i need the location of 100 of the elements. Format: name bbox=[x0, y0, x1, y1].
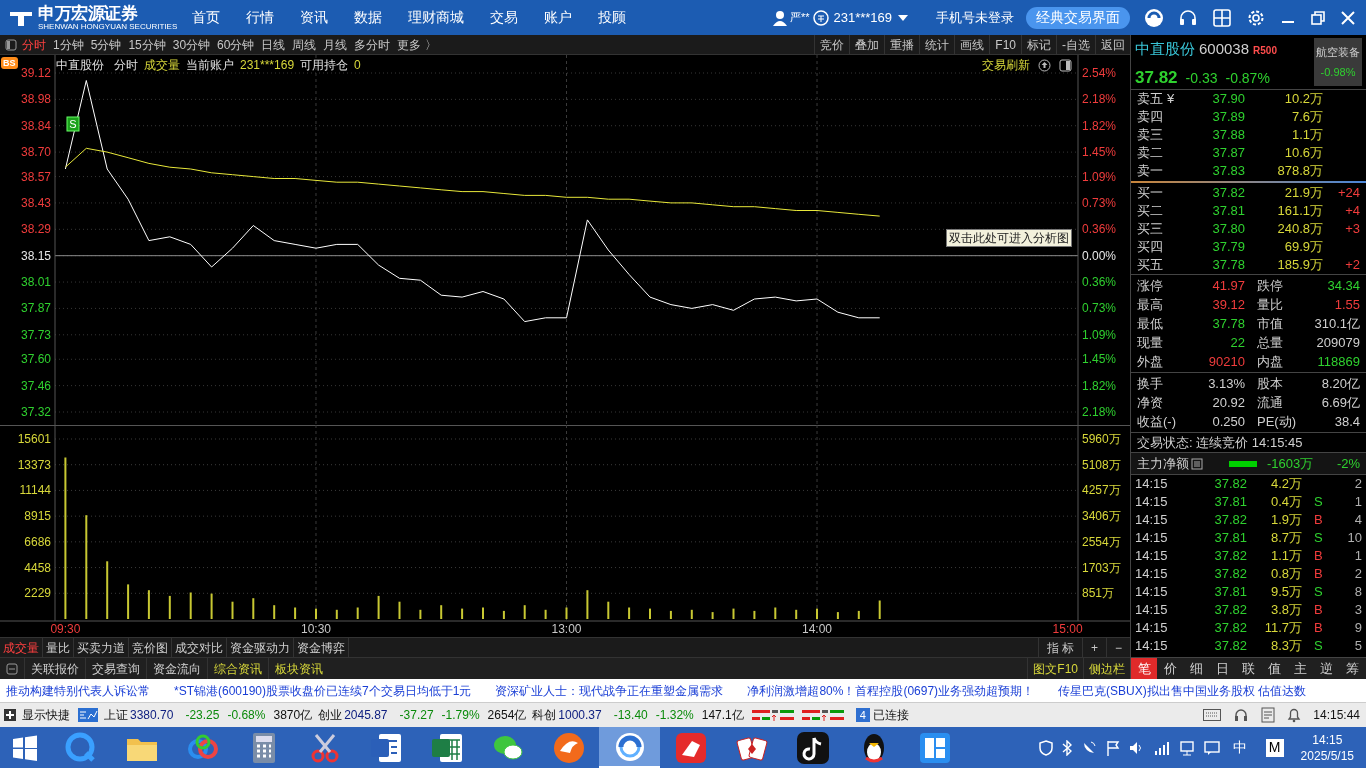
shortcut-toggle[interactable]: 显示快捷 bbox=[22, 706, 70, 724]
toolbar-button[interactable]: 画线 bbox=[954, 35, 990, 54]
nav-item[interactable]: 账户 bbox=[544, 7, 572, 28]
app-logo-icon[interactable] bbox=[1144, 7, 1164, 28]
order-change: +3 bbox=[1345, 220, 1360, 239]
period-tab[interactable]: 60分钟 bbox=[217, 35, 255, 54]
volume-bar bbox=[168, 595, 171, 619]
input-method-indicator[interactable]: 中 bbox=[1232, 737, 1247, 758]
news-headline[interactable]: 资深矿业人士：现代战争正在重塑金属需求 bbox=[495, 681, 724, 700]
sector-card[interactable]: 航空装备 -0.98% bbox=[1314, 38, 1362, 86]
period-tab[interactable]: 日线 bbox=[261, 35, 286, 54]
nav-item[interactable]: 首页 bbox=[192, 7, 220, 28]
trade-refresh-link[interactable]: 交易刷新 bbox=[982, 56, 1030, 74]
nav-item[interactable]: 资讯 bbox=[300, 7, 328, 28]
menu-icon[interactable] bbox=[6, 662, 18, 675]
volume-bar bbox=[398, 601, 401, 619]
index-change: -23.25 bbox=[185, 707, 220, 724]
list-icon[interactable] bbox=[1191, 457, 1203, 470]
keyboard-icon[interactable] bbox=[1203, 709, 1222, 721]
main-flow-value: -1603万 bbox=[1267, 454, 1314, 473]
nav-item[interactable]: 投顾 bbox=[598, 7, 626, 28]
headset-icon[interactable] bbox=[1233, 707, 1250, 723]
index-value: 3380.70 bbox=[130, 707, 174, 724]
signal-icon[interactable] bbox=[1153, 739, 1170, 756]
detail-tab[interactable]: 价 bbox=[1157, 658, 1184, 679]
period-tab[interactable]: 分时 bbox=[22, 35, 46, 54]
caret-icon[interactable] bbox=[898, 14, 908, 21]
upload-icon[interactable] bbox=[1038, 58, 1051, 72]
bid-volume: 21.9万 bbox=[1283, 184, 1323, 203]
price-change-percent: -0.87% bbox=[1225, 68, 1270, 88]
trade-time: 14:15 bbox=[1135, 565, 1169, 584]
detail-tab[interactable]: 细 bbox=[1183, 658, 1210, 679]
period-tab[interactable]: 15分钟 bbox=[128, 35, 166, 54]
news-headline[interactable]: 推动构建特别代表人诉讼常 bbox=[6, 681, 150, 700]
swoosh-logo-icon[interactable] bbox=[551, 730, 586, 765]
chart-icon[interactable] bbox=[78, 708, 98, 722]
nav-item[interactable]: 行情 bbox=[246, 7, 274, 28]
detail-tab[interactable]: 日 bbox=[1209, 658, 1236, 679]
bluetooth-icon[interactable] bbox=[1061, 739, 1072, 756]
stat-label: 换手 bbox=[1137, 374, 1164, 393]
restore-icon[interactable] bbox=[1310, 9, 1326, 26]
music-note-icon[interactable] bbox=[795, 730, 830, 765]
shield-icon[interactable] bbox=[1038, 739, 1053, 756]
trade-price: 37.82 bbox=[1213, 565, 1247, 584]
grid-icon[interactable] bbox=[1212, 7, 1232, 28]
news-headline[interactable]: 传星巴克(SBUX)拟出售中国业务股权 估值达数 bbox=[1058, 681, 1307, 700]
plus-icon[interactable] bbox=[4, 709, 16, 721]
nav-item[interactable]: 交易 bbox=[490, 7, 518, 28]
price-axis-label: 37.73 bbox=[20, 327, 51, 342]
detail-tab[interactable]: 值 bbox=[1261, 658, 1288, 679]
panel-toggle-icon[interactable] bbox=[5, 38, 17, 51]
detail-tab[interactable]: 联 bbox=[1235, 658, 1262, 679]
toolbar-button[interactable]: 重播 bbox=[884, 35, 920, 54]
period-tab[interactable]: 1分钟 bbox=[53, 35, 84, 54]
news-headline[interactable]: 净利润激增超80%！首程控股(0697)业务强劲超预期！ bbox=[747, 681, 1035, 700]
headset-icon[interactable] bbox=[1178, 7, 1198, 28]
start-icon[interactable] bbox=[12, 734, 38, 761]
account-number[interactable]: 231***169 bbox=[833, 7, 892, 28]
detail-tab[interactable]: 笔 bbox=[1131, 658, 1158, 679]
user-name[interactable]: 严** bbox=[789, 9, 810, 26]
toolbar-button[interactable]: -自选 bbox=[1056, 35, 1095, 54]
toolbar-button[interactable]: F10 bbox=[989, 35, 1021, 54]
toolbar-button[interactable]: 竞价 bbox=[814, 35, 850, 54]
window-app-icon[interactable] bbox=[917, 730, 952, 765]
message-icon[interactable] bbox=[1203, 739, 1220, 756]
detail-tab[interactable]: 主 bbox=[1287, 658, 1314, 679]
order-level-label: 卖一 bbox=[1137, 162, 1164, 181]
detail-tab[interactable]: 筹 bbox=[1339, 658, 1366, 679]
news-headline[interactable]: *ST锦港(600190)股票收盘价已连续7个交易日均低于1元 bbox=[174, 681, 472, 700]
clock-date[interactable]: 2025/5/15 bbox=[1300, 747, 1354, 764]
user-icon[interactable] bbox=[771, 9, 788, 26]
main-flow-label: 主力净额 bbox=[1137, 454, 1189, 473]
nav-item[interactable]: 理财商城 bbox=[408, 7, 464, 28]
period-tab[interactable]: 周线 bbox=[292, 35, 317, 54]
bid-volume: 185.9万 bbox=[1276, 256, 1323, 275]
clock-time[interactable]: 14:15 bbox=[1312, 731, 1343, 748]
toolbar-button[interactable]: 统计 bbox=[919, 35, 955, 54]
close-icon[interactable] bbox=[1340, 9, 1356, 26]
toolbar-button[interactable]: 叠加 bbox=[849, 35, 885, 54]
trade-price: 37.82 bbox=[1213, 475, 1247, 494]
trade-count: 8 bbox=[1354, 583, 1362, 602]
period-tab[interactable]: 月线 bbox=[323, 35, 348, 54]
period-tab[interactable]: 多分时 bbox=[354, 35, 391, 54]
flag-icon[interactable] bbox=[1105, 739, 1120, 756]
toolbar-button[interactable]: 返回 bbox=[1095, 35, 1130, 54]
input-mode-indicator[interactable]: M bbox=[1265, 738, 1284, 757]
volume-axis-label: 4458 bbox=[24, 560, 51, 575]
nav-item[interactable]: 数据 bbox=[354, 7, 382, 28]
bell-icon[interactable] bbox=[1287, 707, 1302, 723]
detail-tab[interactable]: 逆 bbox=[1313, 658, 1340, 679]
network-icon[interactable] bbox=[1178, 739, 1195, 756]
tilted-tile-icon[interactable] bbox=[673, 730, 708, 765]
phone-login-link[interactable]: 手机号未登录 bbox=[936, 7, 1014, 28]
panel-toggle-icon[interactable] bbox=[1059, 58, 1072, 72]
period-tab[interactable]: 5分钟 bbox=[90, 35, 122, 54]
period-tab[interactable]: 更多 〉 bbox=[397, 35, 437, 54]
period-tab[interactable]: 30分钟 bbox=[172, 35, 211, 54]
toolbar-button[interactable]: 标记 bbox=[1021, 35, 1056, 54]
index-turnover: 3870亿 bbox=[273, 707, 313, 724]
volume-axis-label: 8915 bbox=[24, 509, 51, 524]
